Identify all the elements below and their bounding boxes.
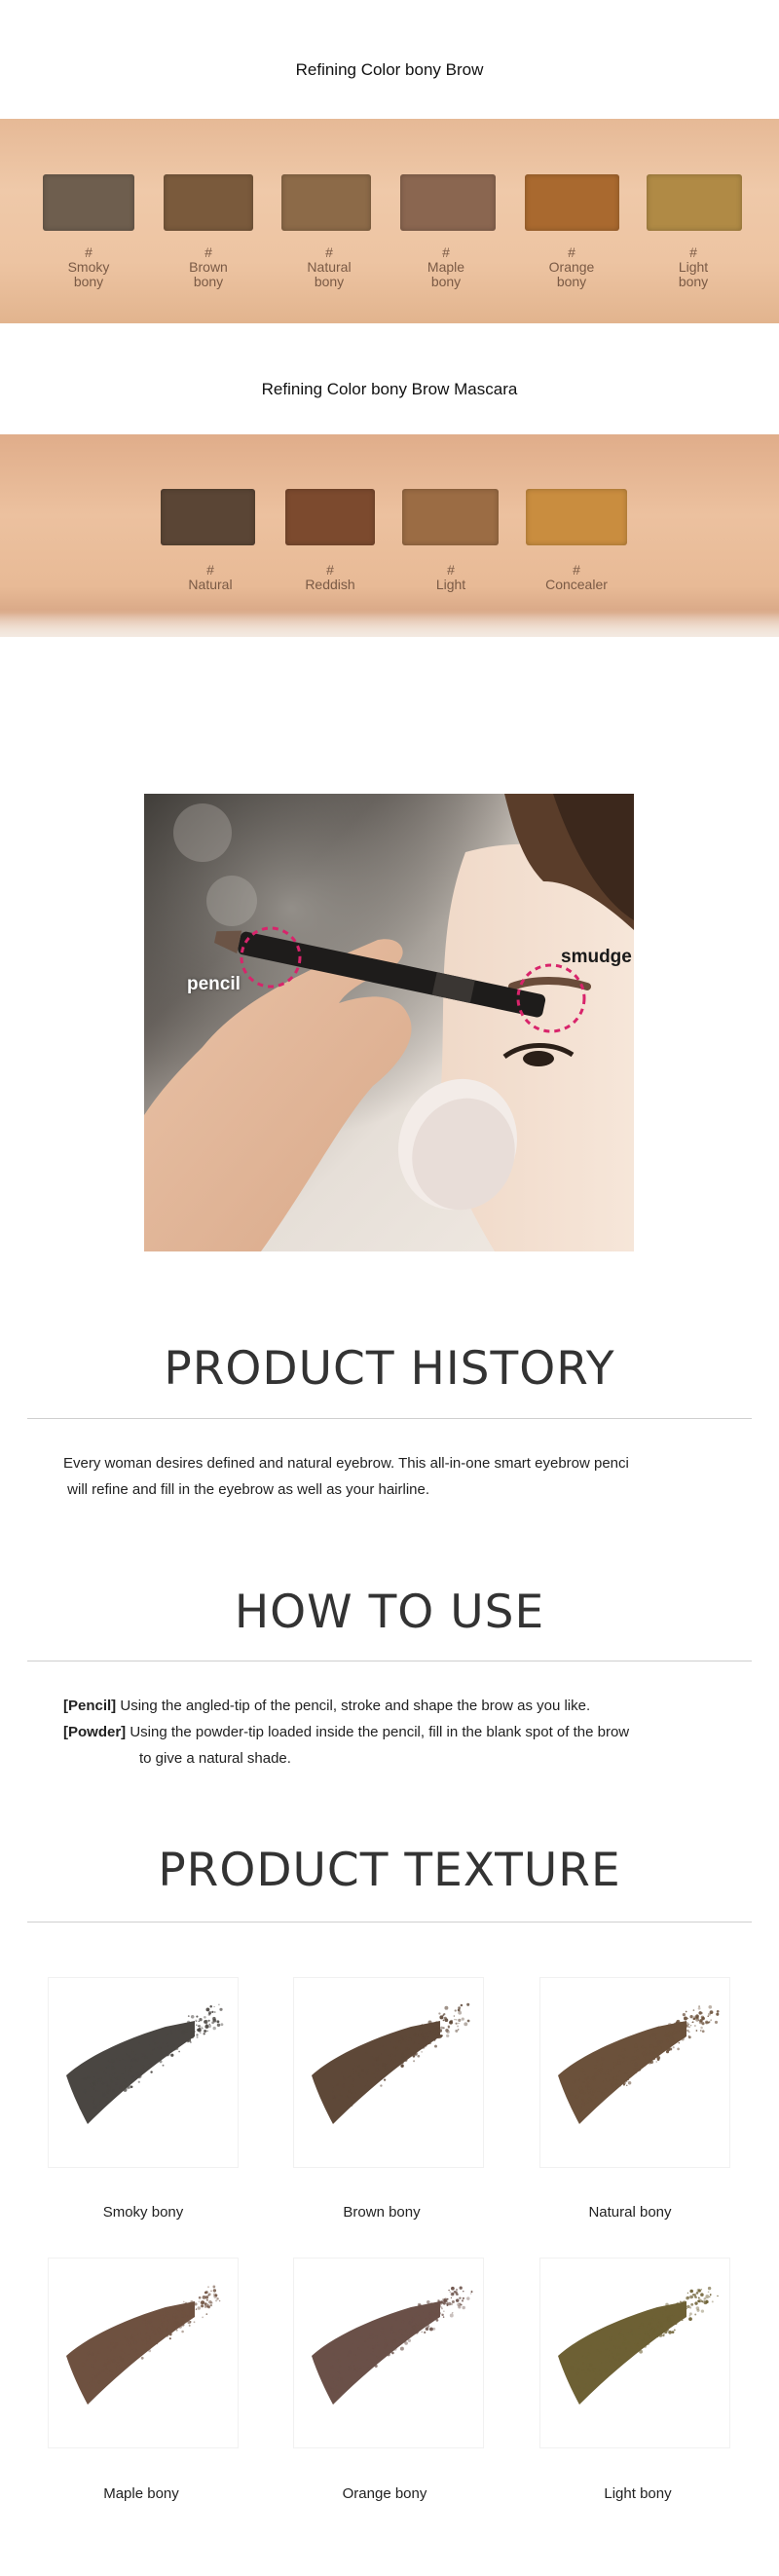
texture-label: Light bony <box>604 2485 672 2502</box>
usage-illustration <box>144 794 634 1251</box>
texture-swatch-maple <box>48 2258 239 2448</box>
smudge-callout-label: smudge <box>561 947 632 967</box>
texture-swatch-light <box>539 2258 730 2448</box>
mascara-swatch-panel: # Natural # Reddish # Light # Concealer <box>0 434 779 637</box>
texture-stroke <box>558 2004 720 2124</box>
swatch-concealer <box>526 489 627 545</box>
pencil-step-text: Using the angled-tip of the pencil, stro… <box>116 1698 591 1714</box>
divider <box>27 1922 752 1923</box>
swatch-label: # Light bony <box>678 244 709 289</box>
texture-label: Smoky bony <box>102 2204 184 2221</box>
powder-step-text: Using the powder-tip loaded inside the p… <box>126 1724 630 1740</box>
mascara-section-title: Refining Color bony Brow Mascara <box>261 380 518 398</box>
product-usage-photo: pencil smudge <box>144 794 634 1251</box>
texture-stroke <box>66 2285 221 2405</box>
pencil-callout-label: pencil <box>187 974 241 994</box>
texture-label: Brown bony <box>343 2204 421 2221</box>
texture-stroke <box>66 2003 224 2124</box>
swatch-maple-bony <box>400 174 496 231</box>
swatch-label: # Orange bony <box>548 244 595 289</box>
swatch-label: # Brown bony <box>189 244 228 289</box>
swatch-natural <box>161 489 255 545</box>
history-line-1: Every woman desires defined and natural … <box>63 1455 629 1472</box>
texture-label: Orange bony <box>342 2485 427 2502</box>
history-line-2: will refine and fill in the eyebrow as w… <box>63 1481 430 1498</box>
texture-swatch-natural <box>539 1977 730 2168</box>
powder-step-text-cont: to give a natural shade. <box>139 1750 291 1767</box>
swatch-label: # Maple bony <box>427 244 465 289</box>
swatch-label: # Light <box>435 562 466 592</box>
swatch-smoky-bony <box>43 174 134 231</box>
texture-stroke <box>312 2002 470 2124</box>
texture-swatch-smoky <box>48 1977 239 2168</box>
swatch-light-bony <box>647 174 742 231</box>
texture-label: Natural bony <box>588 2204 672 2221</box>
product-history-heading: PRODUCT HISTORY <box>164 1342 615 1396</box>
how-to-use-text: [Pencil] Using the angled-tip of the pen… <box>63 1693 725 1772</box>
texture-swatch-brown <box>293 1977 484 2168</box>
swatch-light <box>402 489 499 545</box>
divider <box>27 1418 752 1419</box>
swatch-orange-bony <box>525 174 619 231</box>
pencil-step-tag: [Pencil] <box>63 1698 117 1714</box>
swatch-label: # Reddish <box>305 562 355 592</box>
powder-step-tag: [Powder] <box>63 1724 127 1740</box>
swatch-label: # Smoky bony <box>67 244 110 289</box>
swatch-label: # Concealer <box>545 562 608 592</box>
texture-label: Maple bony <box>103 2485 179 2502</box>
texture-stroke <box>558 2286 719 2405</box>
texture-swatch-orange <box>293 2258 484 2448</box>
how-to-use-heading: HOW TO USE <box>234 1586 545 1639</box>
product-history-text: Every woman desires defined and natural … <box>63 1450 725 1503</box>
texture-stroke <box>312 2286 473 2405</box>
swatch-natural-bony <box>281 174 371 231</box>
swatch-label: # Natural bony <box>307 244 352 289</box>
brow-section-title: Refining Color bony Brow <box>295 60 484 79</box>
swatch-reddish <box>285 489 375 545</box>
swatch-brown-bony <box>164 174 253 231</box>
brow-swatch-panel: # Smoky bony # Brown bony # Natural bony # M… <box>0 119 779 323</box>
product-texture-heading: PRODUCT TEXTURE <box>158 1844 621 1897</box>
swatch-label: # Natural <box>188 562 233 592</box>
